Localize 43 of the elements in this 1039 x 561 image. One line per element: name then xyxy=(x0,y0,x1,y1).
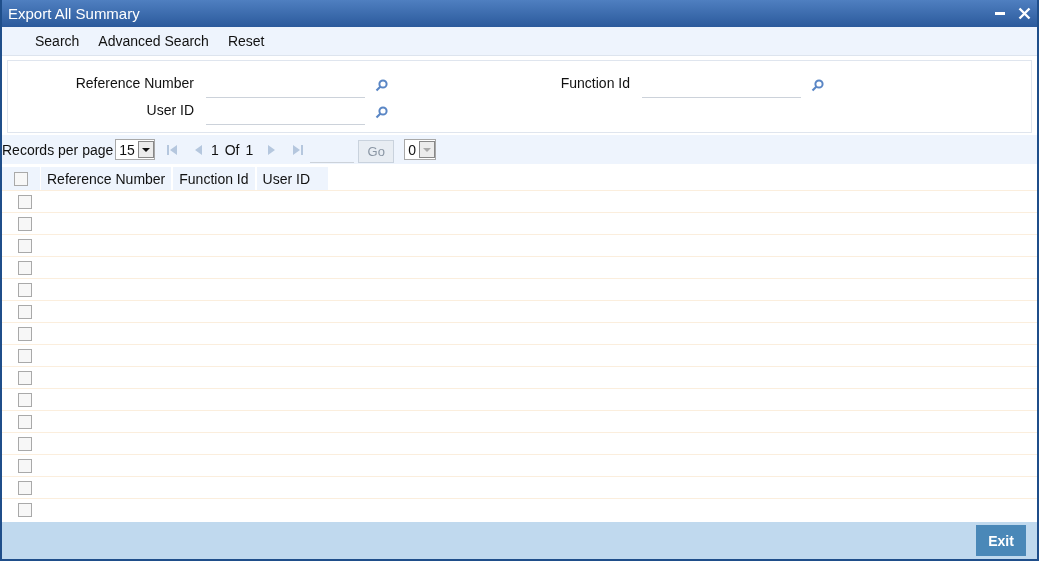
column-header[interactable]: Function Id xyxy=(173,167,257,190)
previous-page-icon[interactable] xyxy=(193,144,203,155)
exit-button[interactable]: Exit xyxy=(976,525,1026,556)
row-checkbox[interactable] xyxy=(18,348,32,363)
row-checkbox[interactable] xyxy=(18,480,32,495)
toolbar-button[interactable]: Search xyxy=(28,33,87,49)
row-checkbox[interactable] xyxy=(18,436,32,451)
field-label: Reference Number xyxy=(74,75,195,91)
count-dropdown[interactable]: 0 xyxy=(404,139,437,160)
next-page-icon[interactable] xyxy=(267,144,277,155)
search-icon[interactable] xyxy=(811,78,824,92)
row-checkbox[interactable] xyxy=(18,216,32,231)
window-title: Export All Summary xyxy=(8,5,140,22)
row-checkbox[interactable] xyxy=(18,326,32,341)
page-number: 1 xyxy=(210,141,219,158)
page-of-label: Of xyxy=(224,141,240,158)
row-checkbox[interactable] xyxy=(18,238,32,253)
row-checkbox[interactable] xyxy=(18,458,32,473)
records-dropdown[interactable]: 15 xyxy=(115,139,155,160)
row-checkbox[interactable] xyxy=(18,282,32,297)
row-checkbox[interactable] xyxy=(18,194,32,209)
records-label: Records per page xyxy=(2,141,114,158)
first-page-icon[interactable] xyxy=(165,143,178,156)
row-checkbox[interactable] xyxy=(18,502,32,517)
row-checkbox[interactable] xyxy=(18,414,32,429)
column-header[interactable]: Reference Number xyxy=(41,167,174,190)
row-checkbox[interactable] xyxy=(18,260,32,275)
row-checkbox[interactable] xyxy=(18,392,32,407)
row-checkbox[interactable] xyxy=(18,304,32,319)
row-checkbox[interactable] xyxy=(18,370,32,385)
field-label: Function Id xyxy=(559,75,631,91)
field-label: User ID xyxy=(145,102,195,118)
search-icon[interactable] xyxy=(375,105,388,119)
minimize-icon xyxy=(994,12,1006,15)
search-icon[interactable] xyxy=(375,78,388,92)
toolbar-button[interactable]: Advanced Search xyxy=(91,33,216,49)
toolbar-button[interactable]: Reset xyxy=(220,33,272,49)
page-total: 1 xyxy=(245,141,254,158)
select-all-checkbox[interactable] xyxy=(14,171,28,186)
minimize-button[interactable] xyxy=(994,12,1006,15)
close-button[interactable] xyxy=(1018,7,1031,20)
last-page-icon[interactable] xyxy=(292,143,305,156)
column-header[interactable]: User ID xyxy=(256,167,330,190)
